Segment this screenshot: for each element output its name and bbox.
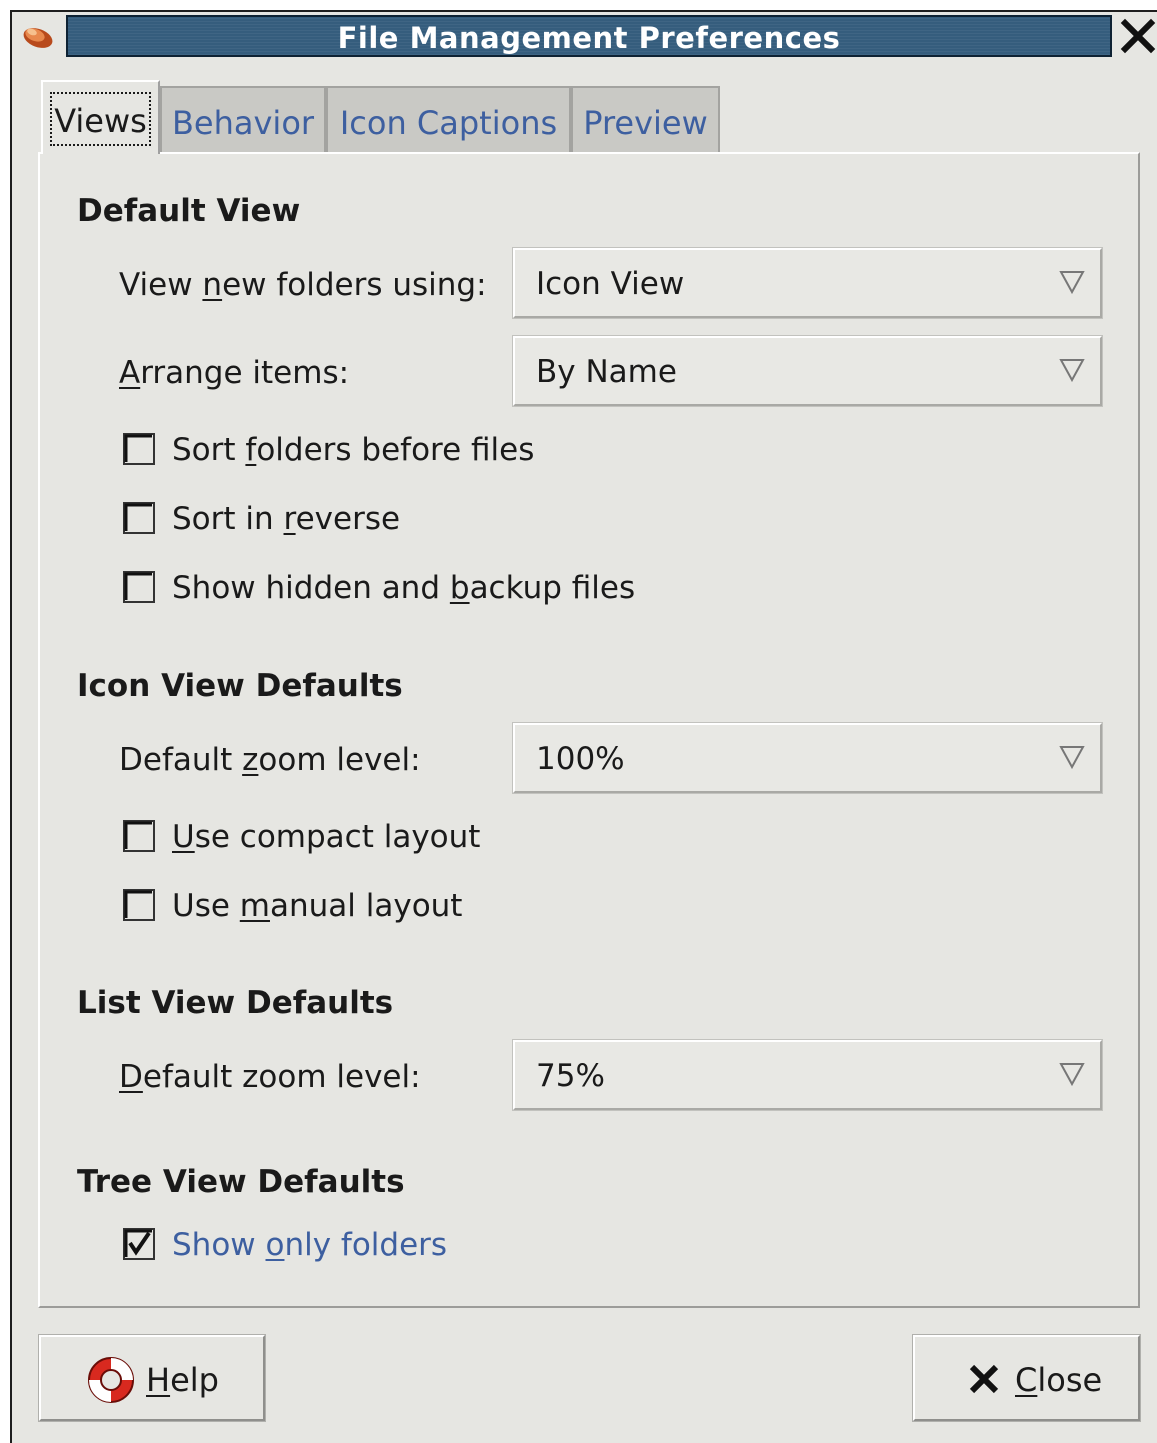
show-only-folders-checkbox[interactable] [122,1227,156,1261]
tab-icon-captions[interactable]: Icon Captions [326,86,571,152]
section-title-tree-view: Tree View Defaults [77,1164,405,1200]
section-title-icon-view: Icon View Defaults [77,668,403,704]
show-hidden-checkbox[interactable] [122,570,156,604]
icon-zoom-label: Default zoom level: [119,742,421,778]
tab-label: Preview [583,104,708,142]
tab-label: Behavior [171,104,315,142]
compact-layout-label[interactable]: Use compact layout [172,819,480,855]
icon-zoom-combo[interactable]: 100% [512,722,1103,794]
close-button[interactable]: Close [912,1334,1141,1422]
arrange-items-label: Arrange items: [119,355,350,391]
manual-layout-label[interactable]: Use manual layout [172,888,462,924]
sort-reverse-checkbox[interactable] [122,501,156,535]
window-title: File Management Preferences [337,21,841,55]
help-button-label: Help [146,1361,219,1399]
list-zoom-label: Default zoom level: [119,1059,421,1095]
view-new-folders-label: View new folders using: [119,267,487,303]
triangle-down-icon [1059,746,1085,770]
list-zoom-combo[interactable]: 75% [512,1039,1103,1111]
section-title-default-view: Default View [77,193,301,229]
arrange-items-combo[interactable]: By Name [512,335,1103,407]
combo-value: 100% [536,741,625,777]
section-title-list-view: List View Defaults [77,985,394,1021]
tab-views[interactable]: Views [41,80,160,154]
title-bar[interactable]: File Management Preferences [66,15,1112,57]
manual-layout-checkbox[interactable] [122,888,156,922]
triangle-down-icon [1059,359,1085,383]
lifebuoy-icon [88,1357,134,1403]
show-only-folders-label[interactable]: Show only folders [172,1227,447,1263]
tab-label: Icon Captions [339,104,558,142]
close-button-label: Close [1015,1361,1103,1399]
tab-label: Views [50,92,151,146]
close-x-icon [969,1364,999,1394]
sort-folders-checkbox[interactable] [122,432,156,466]
combo-value: 75% [536,1058,605,1094]
combo-value: Icon View [536,266,685,302]
triangle-down-icon [1059,271,1085,295]
help-button[interactable]: Help [38,1334,266,1422]
tab-behavior[interactable]: Behavior [160,86,326,152]
sort-folders-label[interactable]: Sort folders before files [172,432,534,468]
close-icon[interactable] [1120,18,1156,54]
view-new-folders-combo[interactable]: Icon View [512,247,1103,319]
combo-value: By Name [536,354,677,390]
show-hidden-label[interactable]: Show hidden and backup files [172,570,635,606]
file-manager-icon [23,28,53,48]
compact-layout-checkbox[interactable] [122,819,156,853]
sort-reverse-label[interactable]: Sort in reverse [172,501,400,537]
tab-preview[interactable]: Preview [571,86,720,152]
triangle-down-icon [1059,1063,1085,1087]
